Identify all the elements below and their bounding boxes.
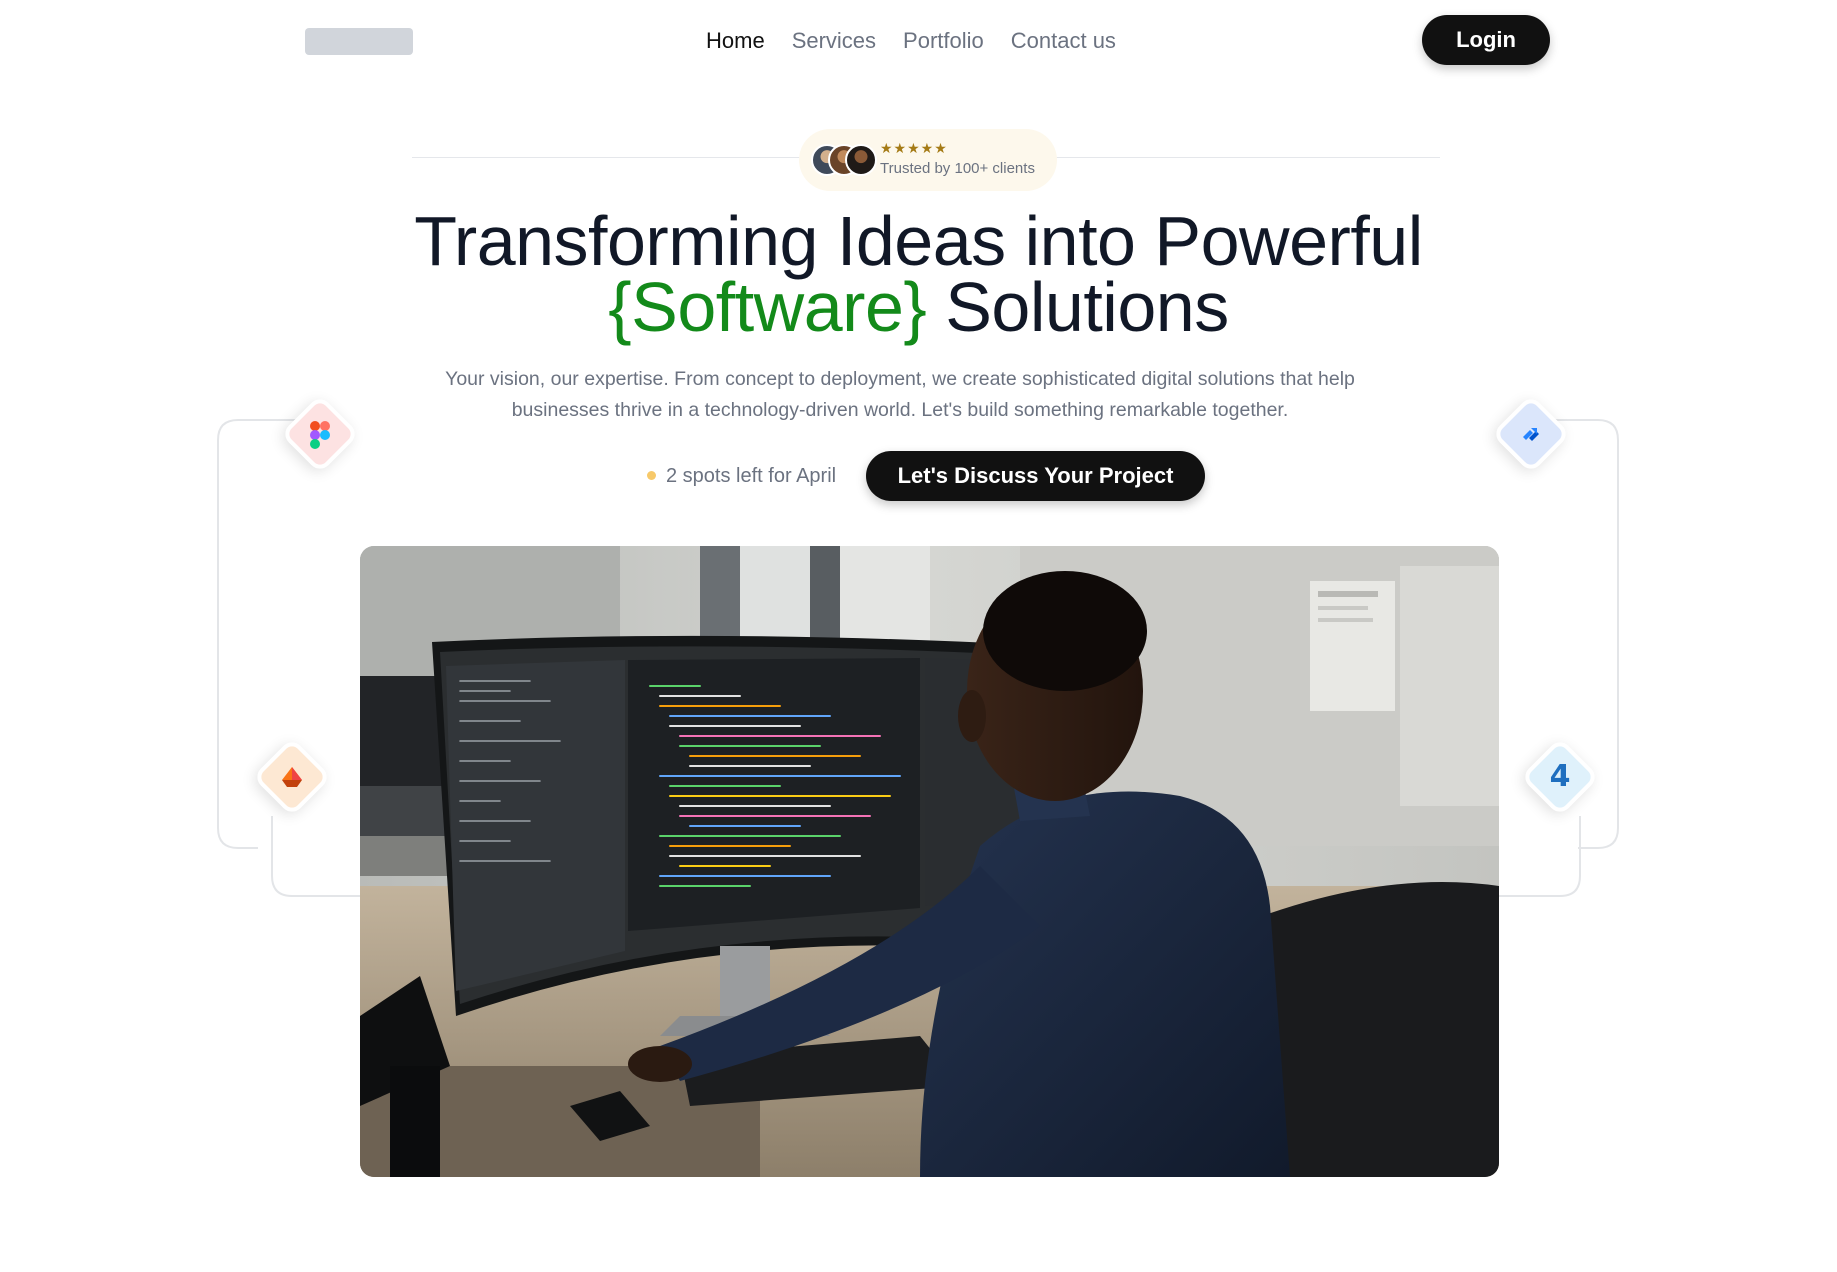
headline-accent: {Software} [608,268,927,346]
star-rating-icon: ★★★★★ [880,140,948,156]
developer-at-monitor-illustration [360,546,1499,1177]
discuss-project-button[interactable]: Let's Discuss Your Project [866,451,1205,501]
nav-portfolio[interactable]: Portfolio [903,26,984,56]
landing-page: Home Services Portfolio Contact us Login… [0,0,1837,1272]
jira-icon [1523,428,1539,441]
figma-icon [310,421,330,449]
hero-headline: Transforming Ideas into Powerful {Softwa… [0,206,1837,342]
nav-home[interactable]: Home [706,26,765,56]
main-nav: Home Services Portfolio Contact us [706,26,1116,56]
ship-icon [282,767,302,787]
nav-contact[interactable]: Contact us [1011,26,1116,56]
trust-text: Trusted by 100+ clients [880,160,1035,177]
hero-subtext: Your vision, our expertise. From concept… [445,368,1355,421]
avatar [845,144,877,176]
four-icon: 4 [1549,759,1571,794]
login-button[interactable]: Login [1422,15,1550,65]
status-dot-icon [647,471,656,480]
nav-services[interactable]: Services [792,26,876,56]
trust-badge: ★★★★★ Trusted by 100+ clients [799,129,1057,191]
client-avatars [811,144,881,176]
figma-badge[interactable] [280,394,360,474]
jira-badge[interactable] [1491,394,1571,474]
headline-line-2: Solutions [926,268,1229,346]
availability-text: 2 spots left for April [666,465,837,487]
availability-status: 2 spots left for April [647,462,836,490]
hero-image [360,546,1499,1177]
four-badge[interactable]: 4 [1520,737,1600,817]
logo-placeholder[interactable] [305,28,413,55]
ship-badge[interactable] [252,737,332,817]
